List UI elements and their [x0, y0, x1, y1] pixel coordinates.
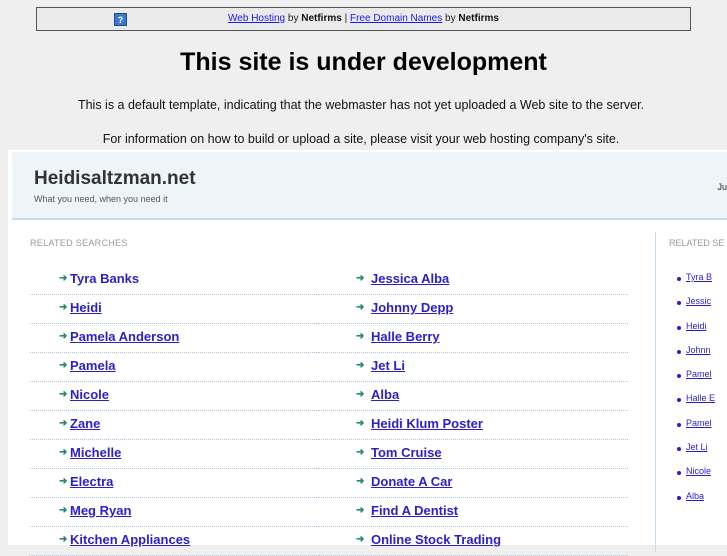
by-text: by: [287, 13, 299, 24]
site-header: Heidisaltzman.net What you need, when yo…: [12, 152, 727, 220]
related-search-link[interactable]: Electra: [70, 474, 113, 489]
related-search-link[interactable]: Jet Li: [371, 358, 405, 373]
related-search-item[interactable]: ➜ Halle Berry: [318, 324, 628, 353]
related-search-link[interactable]: Pamela: [70, 358, 116, 373]
arrow-icon: ➜: [59, 534, 68, 545]
related-search-link[interactable]: Heidi Klum Poster: [371, 416, 483, 431]
related-search-link[interactable]: Jessica Alba: [371, 271, 449, 286]
arrow-icon: ➜: [356, 534, 365, 545]
sidebar-link[interactable]: Tyra B: [686, 272, 712, 282]
related-search-link[interactable]: Alba: [371, 387, 399, 402]
web-hosting-link[interactable]: Web Hosting: [228, 13, 285, 24]
related-search-item[interactable]: ➜ Tom Cruise: [318, 440, 628, 469]
sidebar-link[interactable]: Halle E: [686, 393, 715, 403]
arrow-icon: ➜: [59, 447, 68, 458]
sidebar-item[interactable]: Tyra B: [676, 272, 715, 296]
netfirms-brand: Netfirms: [458, 13, 499, 24]
arrow-icon: ➜: [356, 302, 365, 313]
arrow-icon: ➜: [59, 273, 68, 284]
sidebar-item[interactable]: Nicole: [676, 466, 715, 490]
sidebar-link[interactable]: Jessic: [686, 296, 711, 306]
sidebar-link[interactable]: Pamel: [686, 418, 712, 428]
arrow-icon: ➜: [356, 418, 365, 429]
related-search-link[interactable]: Heidi: [70, 300, 102, 315]
related-search-link[interactable]: Zane: [70, 416, 100, 431]
arrow-icon: ➜: [356, 476, 365, 487]
arrow-icon: ➜: [59, 476, 68, 487]
arrow-icon: ➜: [59, 505, 68, 516]
related-search-link[interactable]: Meg Ryan: [70, 503, 131, 518]
arrow-icon: ➜: [356, 447, 365, 458]
sidebar-link[interactable]: Heidi: [686, 321, 707, 331]
sidebar-item[interactable]: Pamel: [676, 418, 715, 442]
sidebar-item[interactable]: Alba: [676, 491, 715, 515]
related-column-left: ➜ Tyra Banks ➜ Heidi ➜ Pamela Anderson ➜ Pamela…: [30, 266, 317, 556]
related-search-link[interactable]: Tyra Banks: [70, 271, 139, 286]
related-search-link[interactable]: Nicole: [70, 387, 109, 402]
info-text: For information on how to build or uploa…: [102, 132, 620, 146]
arrow-icon: ➜: [59, 331, 68, 342]
arrow-icon: ➜: [59, 389, 68, 400]
related-search-link[interactable]: Tom Cruise: [371, 445, 442, 460]
related-search-item[interactable]: ➜ Zane: [30, 411, 317, 440]
netfirms-brand: Netfirms: [301, 13, 342, 24]
parked-page-frame: Heidisaltzman.net What you need, when yo…: [8, 150, 727, 556]
sidebar-link[interactable]: Johnn: [686, 345, 711, 355]
free-domain-link[interactable]: Free Domain Names: [350, 13, 442, 24]
related-searches-label: RELATED SEARCHES: [30, 238, 128, 248]
sidebar-item[interactable]: Jessic: [676, 296, 715, 320]
by-text: by: [445, 13, 456, 24]
page-title: This site is under development: [180, 48, 547, 76]
related-search-link[interactable]: Find A Dentist: [371, 503, 458, 518]
related-search-item[interactable]: ➜ Alba: [318, 382, 628, 411]
related-search-item[interactable]: ➜ Donate A Car: [318, 469, 628, 498]
related-search-item[interactable]: ➜ Heidi Klum Poster: [318, 411, 628, 440]
sidebar-label: RELATED SE: [669, 238, 725, 248]
arrow-icon: ➜: [356, 273, 365, 284]
related-search-item[interactable]: ➜ Online Stock Trading: [318, 527, 628, 556]
related-search-link[interactable]: Donate A Car: [371, 474, 452, 489]
sidebar-item[interactable]: Jet Li: [676, 442, 715, 466]
related-search-item[interactable]: ➜ Tyra Banks: [30, 266, 317, 295]
site-tagline: What you need, when you need it: [34, 194, 168, 204]
sidebar-item[interactable]: Halle E: [676, 393, 715, 417]
site-name[interactable]: Heidisaltzman.net: [34, 168, 196, 190]
arrow-icon: ➜: [356, 505, 365, 516]
related-search-item[interactable]: ➜ Heidi: [30, 295, 317, 324]
info-text: This is a default template, indicating t…: [77, 98, 645, 112]
arrow-icon: ➜: [59, 302, 68, 313]
related-search-item[interactable]: ➜ Jessica Alba: [318, 266, 628, 295]
related-search-item[interactable]: ➜ Jet Li: [318, 353, 628, 382]
header-right-text: Ju: [717, 182, 727, 192]
related-search-item[interactable]: ➜ Johnny Depp: [318, 295, 628, 324]
arrow-icon: ➜: [59, 418, 68, 429]
related-search-link[interactable]: Johnny Depp: [371, 300, 453, 315]
separator: |: [344, 13, 348, 24]
sidebar-related: RELATED SE Tyra B Jessic Heidi Johnn Pamel Ha…: [655, 232, 727, 552]
sidebar-item[interactable]: Johnn: [676, 345, 715, 369]
related-search-item[interactable]: ➜ Electra: [30, 469, 317, 498]
netfirms-banner: ? Web Hosting by Netfirms | Free Domain …: [36, 7, 691, 31]
related-search-item[interactable]: ➜ Michelle: [30, 440, 317, 469]
sidebar-item[interactable]: Heidi: [676, 321, 715, 345]
arrow-icon: ➜: [59, 360, 68, 371]
related-search-link[interactable]: Halle Berry: [371, 329, 440, 344]
arrow-icon: ➜: [356, 331, 365, 342]
arrow-icon: ➜: [356, 389, 365, 400]
sidebar-link[interactable]: Pamel: [686, 369, 712, 379]
arrow-icon: ➜: [356, 360, 365, 371]
related-column-right: ➜ Jessica Alba ➜ Johnny Depp ➜ Halle Berry ➜ Je…: [318, 266, 628, 556]
sidebar-link[interactable]: Nicole: [686, 466, 711, 476]
sidebar-link[interactable]: Jet Li: [686, 442, 708, 452]
related-search-item[interactable]: ➜ Kitchen Appliances: [30, 527, 317, 556]
related-search-link[interactable]: Pamela Anderson: [70, 329, 179, 344]
related-search-item[interactable]: ➜ Meg Ryan: [30, 498, 317, 527]
related-search-item[interactable]: ➜ Pamela: [30, 353, 317, 382]
related-search-item[interactable]: ➜ Nicole: [30, 382, 317, 411]
related-search-link[interactable]: Michelle: [70, 445, 121, 460]
related-search-item[interactable]: ➜ Find A Dentist: [318, 498, 628, 527]
sidebar-link[interactable]: Alba: [686, 491, 704, 501]
sidebar-item[interactable]: Pamel: [676, 369, 715, 393]
related-search-item[interactable]: ➜ Pamela Anderson: [30, 324, 317, 353]
